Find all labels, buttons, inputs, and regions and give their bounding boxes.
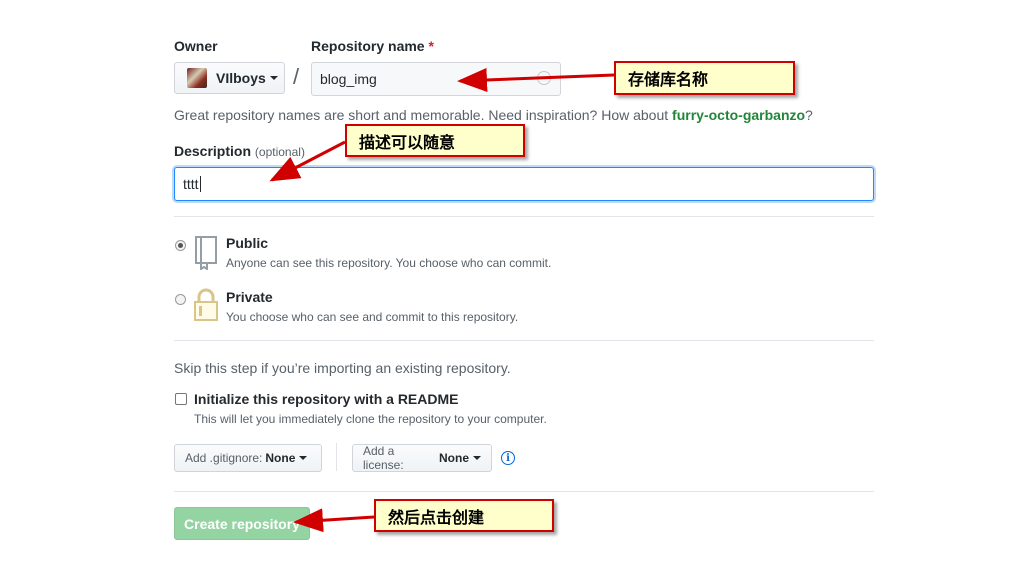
annotation-repo-name: 存储库名称 (614, 61, 795, 95)
arrow-repo-name (457, 67, 615, 92)
arrow-create (293, 508, 375, 533)
annotation-create: 然后点击创建 (374, 499, 554, 532)
annotation-description: 描述可以随意 (345, 124, 525, 157)
annotation-arrows (269, 67, 615, 533)
arrow-description (269, 140, 346, 182)
